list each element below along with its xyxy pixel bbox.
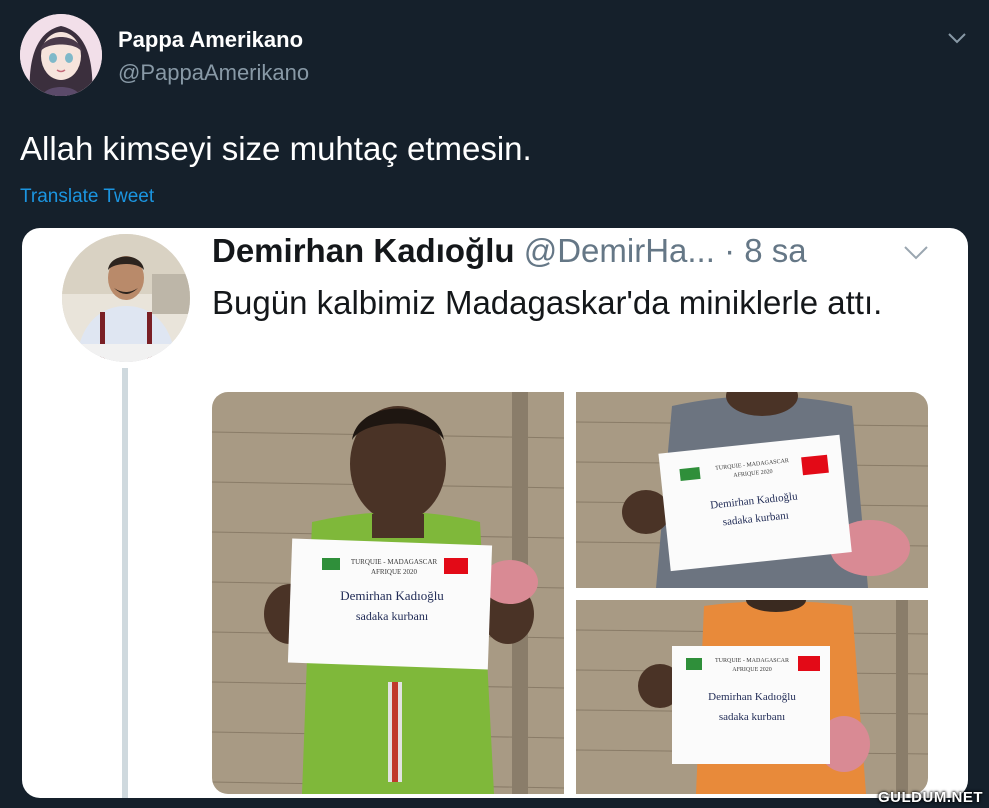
sign-name-3: Demirhan Kadıoğlu: [708, 691, 796, 703]
sign-name: Demirhan Kadıoğlu: [340, 588, 444, 603]
quoted-author-name[interactable]: Demirhan Kadıoğlu: [212, 232, 515, 269]
sign-subtitle: sadaka kurbanı: [356, 609, 429, 623]
quoted-header: Demirhan Kadıoğlu @DemirHa... · 8 sa: [212, 232, 807, 270]
author-name[interactable]: Pappa Amerikano: [118, 27, 303, 53]
quoted-author-handle[interactable]: @DemirHa...: [524, 232, 715, 269]
quoted-timestamp[interactable]: · 8 sa: [724, 232, 807, 269]
sign-header-line1-3: TURQUIE - MADAGASCAR: [715, 658, 789, 664]
tweet-text: Allah kimseyi size muhtaç etmesin.: [20, 130, 532, 167]
watermark-text: GULDUM.NET: [878, 789, 983, 806]
author-handle[interactable]: @PappaAmerikano: [118, 60, 309, 86]
photo-child-orange-shirt[interactable]: TURQUIE - MADAGASCAR AFRIQUE 2020 Demirh…: [576, 600, 928, 794]
photo-grid: TURQUIE - MADAGASCAR AFRIQUE 2020 Demirh…: [212, 392, 928, 794]
quoted-tweet-card[interactable]: Demirhan Kadıoğlu @DemirHa... · 8 sa Bug…: [22, 228, 968, 798]
sign-subtitle-3: sadaka kurbanı: [719, 711, 785, 723]
translate-tweet-link[interactable]: Translate Tweet: [20, 186, 154, 208]
quoted-chevron-down-icon[interactable]: [902, 240, 930, 264]
sign-header-line2: AFRIQUE 2020: [371, 568, 418, 576]
quoted-author-avatar[interactable]: [62, 234, 190, 362]
author-avatar[interactable]: [20, 14, 102, 96]
photo-child-grey-jacket[interactable]: TURQUIE - MADAGASCAR AFRIQUE 2020 Demirh…: [576, 392, 928, 588]
chevron-down-icon[interactable]: [946, 27, 968, 49]
sign-header-line1: TURQUIE - MADAGASCAR: [351, 558, 438, 566]
photo-child-green-shirt[interactable]: TURQUIE - MADAGASCAR AFRIQUE 2020 Demirh…: [212, 392, 564, 794]
sign-header-line2-3: AFRIQUE 2020: [732, 667, 772, 673]
quoted-tweet-text: Bugün kalbimiz Madagaskar'da miniklerle …: [212, 284, 883, 321]
thread-line: [122, 368, 128, 798]
